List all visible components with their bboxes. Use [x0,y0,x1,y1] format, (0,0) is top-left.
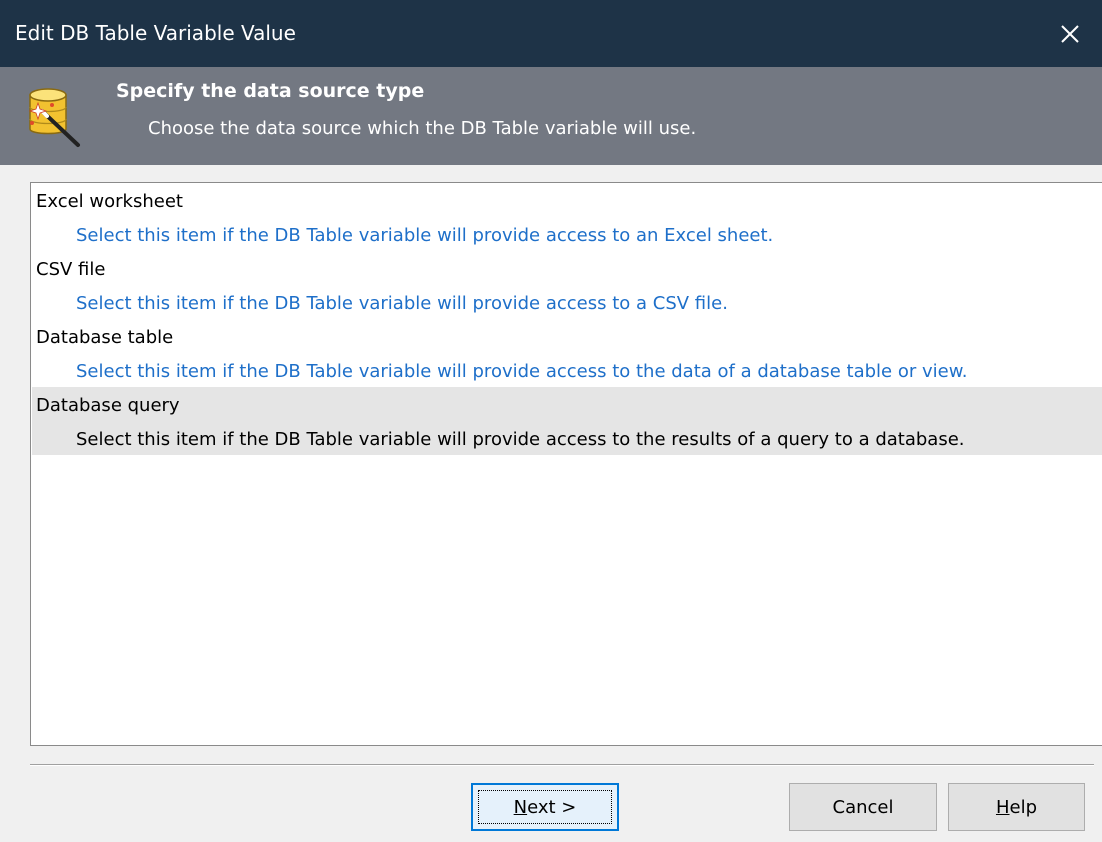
list-item-description: Select this item if the DB Table variabl… [76,361,968,382]
dialog-window: Edit DB Table Variable Value Specify the… [0,0,1102,842]
list-item-csv-file[interactable]: CSV file Select this item if the DB Tabl… [32,251,1102,319]
footer-divider [30,764,1094,766]
list-item-label: Excel worksheet [36,191,183,212]
list-item-excel-worksheet[interactable]: Excel worksheet Select this item if the … [32,183,1102,251]
list-item-description: Select this item if the DB Table variabl… [76,293,728,314]
title-bar[interactable]: Edit DB Table Variable Value [0,0,1102,67]
database-wizard-icon [28,88,80,147]
list-item-label: CSV file [36,259,106,280]
help-button-label: elp [1009,796,1038,818]
close-button[interactable] [1048,14,1092,54]
next-button-mnemonic: N [513,796,528,818]
data-source-list[interactable]: Excel worksheet Select this item if the … [30,182,1102,746]
help-button-mnemonic: H [995,796,1010,818]
close-icon [1061,25,1079,43]
list-item-database-query[interactable]: Database query Select this item if the D… [32,387,1102,455]
header-subtitle: Choose the data source which the DB Tabl… [148,118,697,139]
help-button[interactable]: Help [948,783,1085,831]
list-item-label: Database table [36,327,174,348]
list-item-label: Database query [36,395,180,416]
list-item-description: Select this item if the DB Table variabl… [76,429,965,450]
header-title: Specify the data source type [116,80,425,102]
next-button-label: ext > [527,796,577,818]
cancel-button[interactable]: Cancel [789,783,937,831]
list-item-database-table[interactable]: Database table Select this item if the D… [32,319,1102,387]
wizard-header: Specify the data source type Choose the … [0,67,1102,165]
next-button[interactable]: Next > [471,783,619,831]
cancel-button-label: Cancel [832,796,894,818]
list-item-description: Select this item if the DB Table variabl… [76,225,774,246]
window-title: Edit DB Table Variable Value [15,21,296,45]
